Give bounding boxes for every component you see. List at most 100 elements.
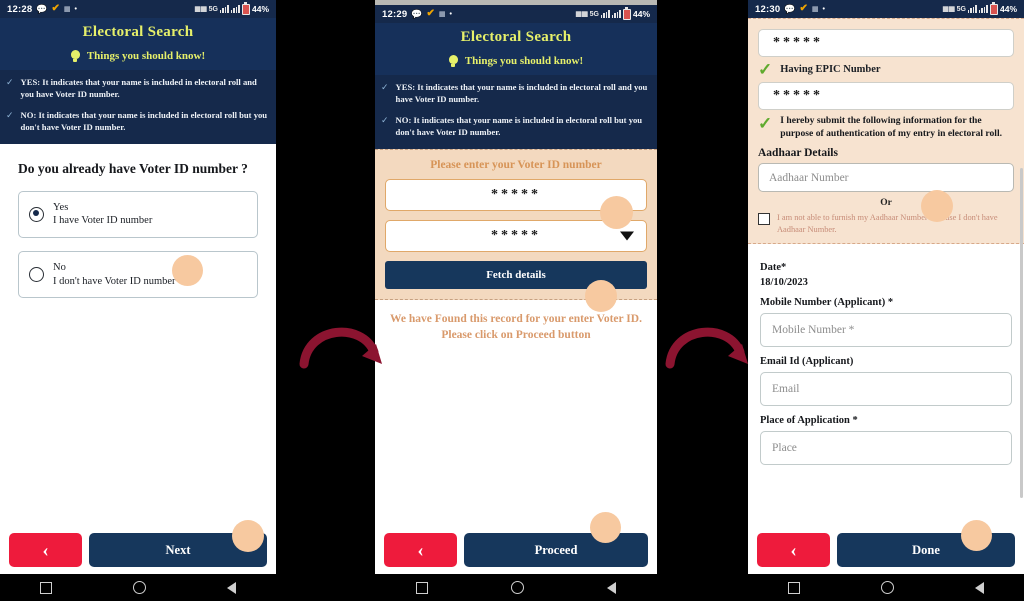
check-icon: ✓ <box>6 77 14 87</box>
epic-number-field[interactable]: ***** <box>758 82 1014 110</box>
status-bar-left-2: 12:29 💬 ✔ ▦ • <box>382 9 452 20</box>
status-bar-left-3: 12:30 💬 ✔ ▦ • <box>755 4 825 15</box>
signal-bars-icon-2 <box>978 5 988 13</box>
back-nav-icon[interactable] <box>974 581 984 594</box>
page-title: Electoral Search <box>82 24 194 40</box>
note-text: YES: It indicates that your name is incl… <box>395 82 648 104</box>
signal-bars-icon-1 <box>600 10 610 18</box>
touch-indicator-proceed <box>590 512 621 543</box>
back-nav-icon[interactable] <box>226 581 236 594</box>
battery-percent: 44% <box>999 4 1017 14</box>
date-value: 18/10/2023 <box>760 277 808 288</box>
back-nav-icon[interactable] <box>606 581 616 594</box>
no-aadhaar-text: I am not able to furnish my Aadhaar Numb… <box>777 213 998 234</box>
no-aadhaar-row[interactable]: I am not able to furnish my Aadhaar Numb… <box>758 212 1014 235</box>
option-yes[interactable]: Yes I have Voter ID number <box>18 190 258 238</box>
or-divider-label: Or <box>880 198 892 209</box>
applicant-form: Date* 18/10/2023 Mobile Number (Applican… <box>748 244 1024 465</box>
back-button[interactable]: ‹ <box>757 533 830 567</box>
date-label: Date* <box>760 262 787 273</box>
vertical-scrollbar[interactable] <box>1020 168 1023 498</box>
email-input[interactable]: Email <box>760 372 1012 406</box>
home-icon[interactable] <box>132 581 146 594</box>
chat-icon: 💬 <box>784 3 796 14</box>
option-yes-title: Yes <box>53 201 69 213</box>
signal-bars-icon-2 <box>230 5 240 13</box>
sim-icon: ▦▦ <box>942 6 955 13</box>
radio-no[interactable] <box>29 267 44 283</box>
note-item: ✓ NO: It indicates that your name is inc… <box>381 115 649 139</box>
phone-panel-2: 12:29 💬 ✔ ▦ • ▦▦ 5G 44% Electoral Search… <box>375 0 657 601</box>
option-no[interactable]: No I don't have Voter ID number <box>18 250 258 299</box>
status-bar-right-2: ▦▦ 5G 44% <box>575 7 650 20</box>
option-yes-subtitle: I have Voter ID number <box>53 215 153 227</box>
notes-panel-2: ✓ YES: It indicates that your name is in… <box>375 75 657 150</box>
no-aadhaar-checkbox[interactable] <box>758 213 770 226</box>
email-label: Email Id (Applicant) <box>760 356 854 367</box>
sim-icon: ▦▦ <box>194 6 207 13</box>
epic-label: Having EPIC Number <box>780 64 881 75</box>
recents-icon[interactable] <box>788 581 801 594</box>
dot-icon: • <box>449 10 452 18</box>
touch-indicator-fetch <box>585 280 617 312</box>
signal-bars-icon-2 <box>611 10 621 18</box>
signal-bars-icon-1 <box>967 5 977 13</box>
battery-icon <box>241 2 250 15</box>
touch-indicator-aadhaar <box>921 190 953 222</box>
home-icon[interactable] <box>510 581 524 594</box>
android-nav-bar-2 <box>375 574 657 601</box>
place-input[interactable]: Place <box>760 431 1012 465</box>
battery-icon <box>989 2 998 15</box>
touch-indicator-option-yes <box>172 255 203 286</box>
place-label: Place of Application * <box>760 415 858 426</box>
touch-indicator-voter-id <box>600 196 633 229</box>
green-check-icon: ✓ <box>758 114 773 133</box>
back-button[interactable]: ‹ <box>9 533 82 567</box>
sim-icon: ▦▦ <box>575 11 588 18</box>
form-scroll-area[interactable]: ***** ✓ Having EPIC Number ***** ✓ I her… <box>748 18 1024 530</box>
recents-icon[interactable] <box>40 581 53 594</box>
status-bar-2: 12:29 💬 ✔ ▦ • ▦▦ 5G 44% <box>375 5 657 23</box>
app-icon: ▦ <box>811 5 819 13</box>
done-button-label: Done <box>912 542 940 557</box>
touch-indicator-next <box>232 520 264 552</box>
top-masked-field[interactable]: ***** <box>758 29 1014 57</box>
state-value: ***** <box>491 228 541 244</box>
voter-id-card-title: Please enter your Voter ID number <box>430 159 602 172</box>
screenshot-stage: 12:28 💬 ✔ ▦ • ▦▦ 5G 44% Electoral Search… <box>0 0 1024 601</box>
option-no-labels: No I don't have Voter ID number <box>53 261 176 288</box>
radio-yes[interactable] <box>29 206 44 222</box>
battery-icon <box>622 7 631 20</box>
mobile-label: Mobile Number (Applicant) * <box>760 297 894 308</box>
check-icon: ✓ <box>6 109 14 120</box>
dot-icon: • <box>74 5 77 13</box>
home-icon[interactable] <box>880 581 894 594</box>
things-to-know-label: Things you should know! <box>464 55 584 67</box>
status-bar-right-3: ▦▦ 5G 44% <box>942 2 1017 15</box>
chevron-left-icon: ‹ <box>42 539 49 561</box>
option-no-subtitle: I don't have Voter ID number <box>53 275 176 287</box>
mobile-number-input[interactable]: Mobile Number * <box>760 313 1012 347</box>
record-found-message: We have Found this record for your enter… <box>390 313 642 341</box>
note-item: ✓ YES: It indicates that your name is in… <box>6 77 268 101</box>
check-icon: ✓ <box>381 114 389 125</box>
back-button[interactable]: ‹ <box>384 533 457 567</box>
dot-icon: • <box>822 5 825 13</box>
email-placeholder: Email <box>772 383 800 395</box>
status-time: 12:30 <box>755 3 781 15</box>
app-header-2: Electoral Search Things you should know! <box>375 23 657 75</box>
status-time: 12:29 <box>382 8 408 20</box>
note-text: YES: It indicates that your name is incl… <box>20 77 257 99</box>
chevron-left-icon: ‹ <box>790 539 797 561</box>
network-label: 5G <box>208 5 218 13</box>
proceed-button[interactable]: Proceed <box>464 533 648 567</box>
note-text: NO: It indicates that your name is inclu… <box>20 109 268 132</box>
checkmark-icon: ✔ <box>51 3 60 14</box>
epic-number-value: ***** <box>773 88 823 103</box>
lightbulb-icon <box>448 55 458 67</box>
voter-id-value: ***** <box>491 187 541 203</box>
recents-icon[interactable] <box>416 581 429 594</box>
aadhaar-number-input[interactable]: Aadhaar Number <box>758 163 1014 193</box>
declaration-card: ***** ✓ Having EPIC Number ***** ✓ I her… <box>748 18 1024 244</box>
note-item: ✓ NO: It indicates that your name is inc… <box>6 110 268 134</box>
